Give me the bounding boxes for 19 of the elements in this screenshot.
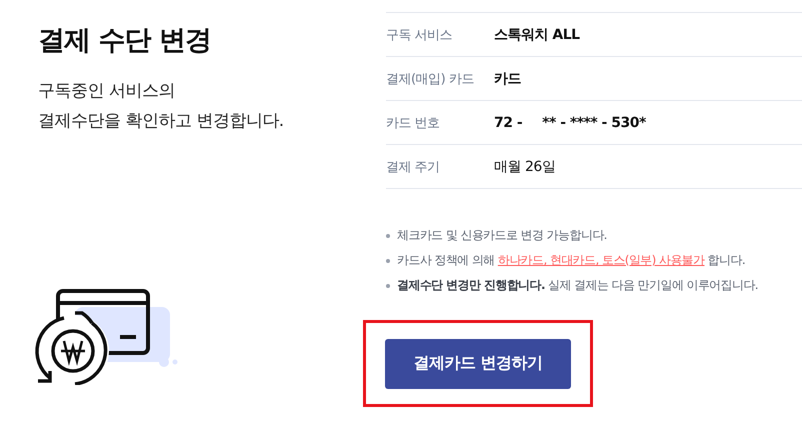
field-value: 카드 <box>494 70 521 88</box>
field-value: 72 - <box>494 114 522 130</box>
change-card-button[interactable]: 결제카드 변경하기 <box>385 338 571 388</box>
note-text: 카드사 정책에 의해 하나카드, 현대카드, 토스(일부) 사용불가 합니다. <box>397 252 746 269</box>
field-value: ** - **** - 530* <box>542 114 646 130</box>
field-value: 매월 26일 <box>494 158 556 176</box>
description-text: 구독중인 서비스의 <box>38 80 176 103</box>
field-label: 구독 서비스 <box>386 26 454 44</box>
note-text: 체크카드 및 신용카드로 변경 가능합니다. <box>397 227 607 244</box>
bullet-icon <box>386 284 390 288</box>
bullet-icon <box>386 234 390 238</box>
note-text: 결제수단 변경만 진행합니다. 실제 결제는 다음 만기일에 이루어집니다. <box>397 277 758 294</box>
description-text: 결제수단을 확인하고 변경합니다. <box>38 110 285 133</box>
field-value: 스톡워치 ALL <box>494 26 580 44</box>
page-title: 결제 수단 변경 <box>38 24 212 58</box>
field-label: 결제(매입) 카드 <box>386 70 475 88</box>
field-label: 카드 번호 <box>386 114 441 132</box>
bullet-icon <box>386 258 390 262</box>
field-label: 결제 주기 <box>386 158 441 176</box>
